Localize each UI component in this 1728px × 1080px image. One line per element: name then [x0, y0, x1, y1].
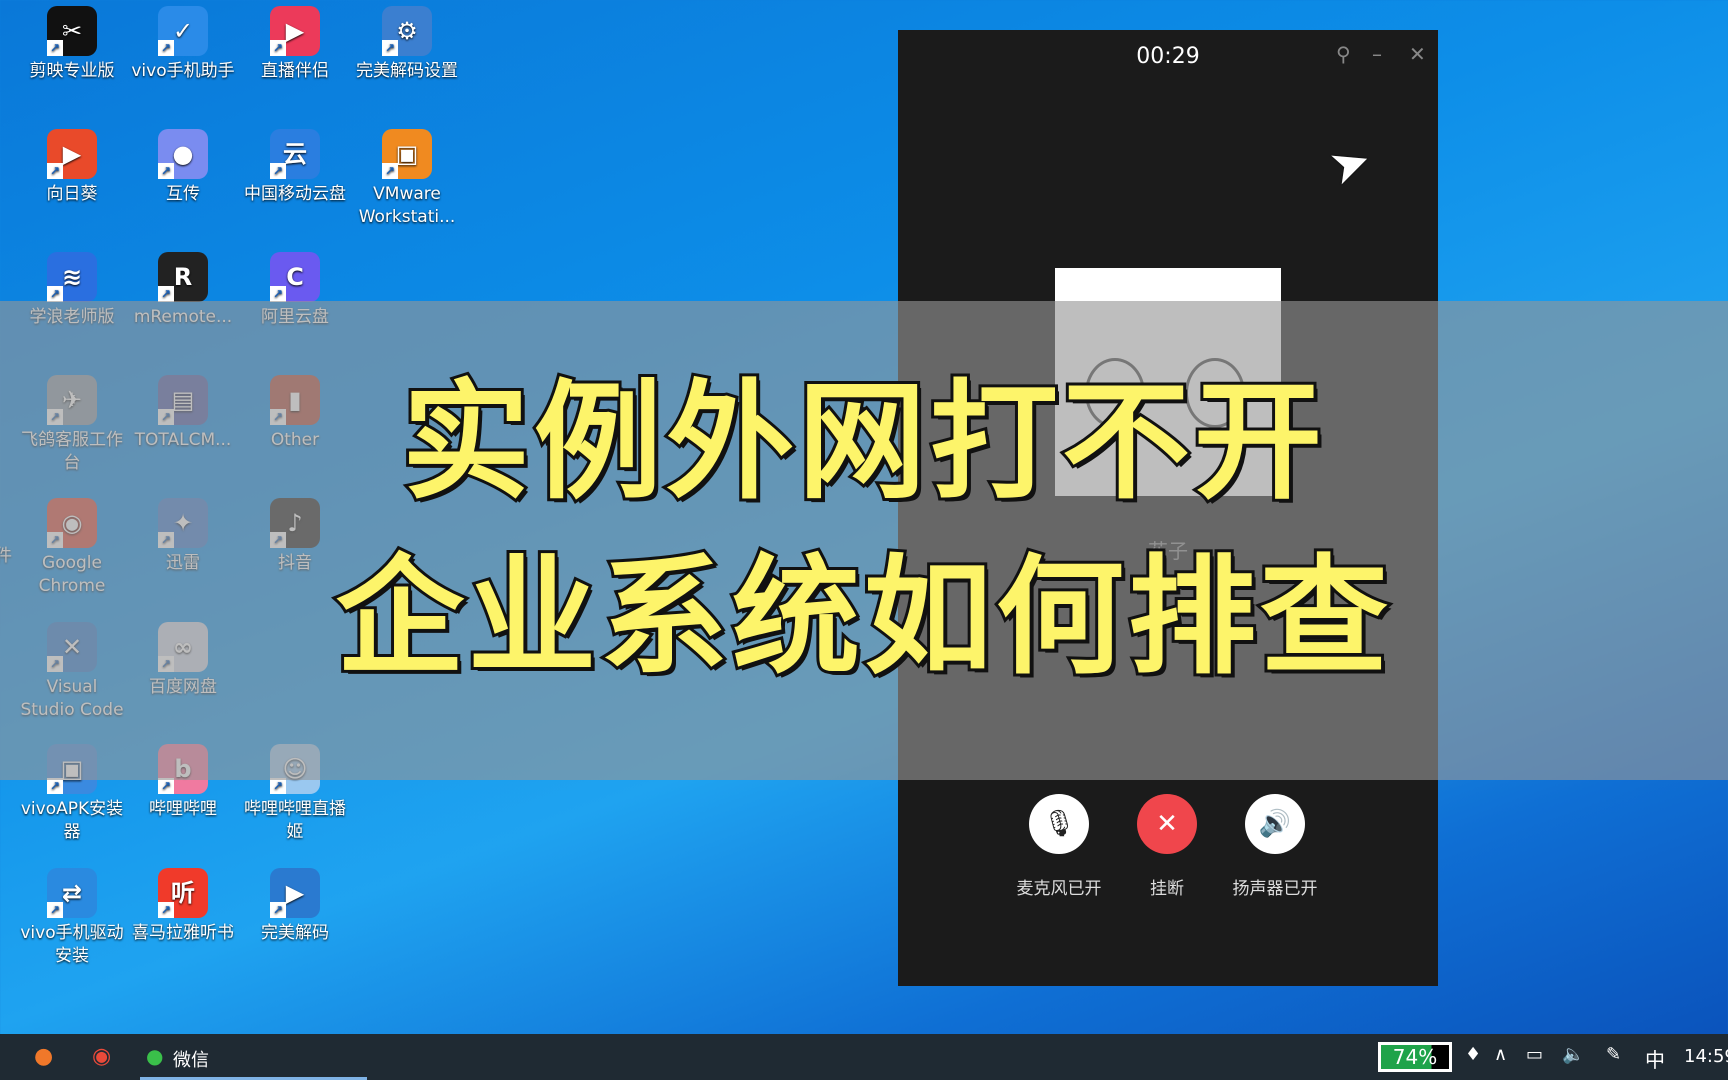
app-icon: R [158, 252, 208, 302]
app-icon: ✓ [158, 6, 208, 56]
app-icon: ▶ [47, 129, 97, 179]
desktop-icon[interactable]: 云中国移动云盘 [240, 129, 350, 206]
desktop-icon[interactable]: ● 互传 [128, 129, 238, 206]
pen-settings-icon[interactable]: ✎ [1606, 1044, 1621, 1065]
desktop-icon[interactable]: ⇄ vivo手机驱动安装 [17, 868, 127, 968]
desktop-icon[interactable]: ▶ 直播伴侣 [240, 6, 350, 83]
desktop-icon-label: vivoAPK安装器 [20, 799, 124, 842]
app-icon: ● [158, 129, 208, 179]
desktop-icon-label: 完美解码设置 [356, 61, 458, 81]
desktop-icon-label: 哔哩哔哩直播姬 [244, 799, 346, 842]
microphone-button[interactable]: 🎙 麦克风已开 [999, 794, 1119, 899]
desktop-icon-label: 向日葵 [46, 184, 98, 204]
video-title: 实例外网打不开 企业系统如何排查 [0, 355, 1728, 705]
call-timer: 00:29 [1136, 44, 1200, 69]
taskbar-wechat[interactable]: 微信 [173, 1046, 209, 1072]
desktop-icon-label: 直播伴侣 [261, 61, 329, 81]
app-icon: ✂ [47, 6, 97, 56]
wechat-icon[interactable]: ● [146, 1044, 163, 1068]
desktop-icon-label: 互传 [166, 184, 200, 204]
mouse-cursor-icon: ➤ [1321, 130, 1379, 198]
desktop-icon-label: 完美解码 [261, 923, 329, 943]
desktop-icon[interactable]: ✓ vivo手机助手 [128, 6, 238, 83]
speaker-button[interactable]: 🔊 扬声器已开 [1215, 794, 1335, 899]
desktop-icon-label: 剪映专业版 [29, 61, 115, 81]
battery-indicator[interactable]: 74% [1378, 1042, 1452, 1072]
desktop-icon-label: 哔哩哔哩 [149, 799, 217, 819]
app-icon: 听 [158, 868, 208, 918]
hang-up-icon: ✕ [1137, 794, 1197, 854]
pen-icon[interactable]: ♦ [1465, 1044, 1481, 1065]
desktop-icon-label: 中国移动云盘 [244, 184, 346, 204]
minimize-button[interactable]: – [1372, 42, 1382, 66]
title-line-1: 实例外网打不开 [399, 365, 1326, 520]
desktop-icon-label: vivo手机助手 [131, 61, 235, 81]
app-icon: ▶ [270, 868, 320, 918]
pin-icon[interactable]: ⚲ [1336, 42, 1351, 66]
desktop-icon[interactable]: ✂ 剪映专业版 [17, 6, 127, 83]
speaker-icon: 🔊 [1245, 794, 1305, 854]
desktop-icon[interactable]: 听喜马拉雅听书 [128, 868, 238, 945]
desktop-icon-label: vivo手机驱动安装 [20, 923, 124, 966]
desktop-icon-label: VMware Workstati... [358, 184, 456, 227]
desktop-icon[interactable]: ▣ VMware Workstati... [352, 129, 462, 229]
firefox-icon[interactable]: ● [34, 1044, 53, 1069]
title-line-2: 企业系统如何排查 [333, 540, 1392, 695]
ime-indicator[interactable]: 中 [1645, 1044, 1665, 1073]
volume-icon[interactable]: 🔈 [1562, 1044, 1584, 1065]
desktop-icon[interactable]: ▶ 完美解码 [240, 868, 350, 945]
chevron-up-icon[interactable]: ∧ [1494, 1044, 1507, 1065]
app-icon: ⚙ [382, 6, 432, 56]
app-icon: ▣ [382, 129, 432, 179]
microphone-icon: 🎙 [1029, 794, 1089, 854]
desktop-icon[interactable]: ▶ 向日葵 [17, 129, 127, 206]
clock[interactable]: 14:59 [1684, 1046, 1728, 1067]
chrome-icon[interactable]: ◉ [92, 1044, 111, 1069]
app-icon: ⇄ [47, 868, 97, 918]
app-icon: ▶ [270, 6, 320, 56]
hang-up-button[interactable]: ✕ 挂断 [1107, 794, 1227, 899]
app-icon: 云 [270, 129, 320, 179]
app-icon: ≋ [47, 252, 97, 302]
close-button[interactable]: ✕ [1409, 42, 1426, 66]
app-icon: C [270, 252, 320, 302]
taskbar: ● ◉ ● 微信 74% ♦ ∧ ▭ 🔈 ✎ 中 14:59 [0, 1034, 1728, 1080]
network-icon[interactable]: ▭ [1526, 1044, 1543, 1065]
desktop-icon-label: 喜马拉雅听书 [132, 923, 234, 943]
desktop-icon[interactable]: ⚙ 完美解码设置 [352, 6, 462, 83]
